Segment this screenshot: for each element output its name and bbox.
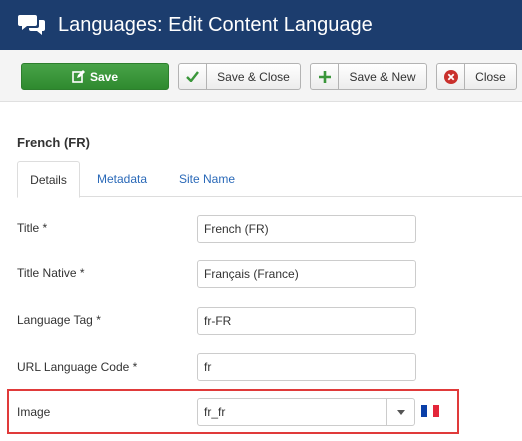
save-close-button[interactable]: Save & Close <box>178 63 301 90</box>
tab-site-name[interactable]: Site Name <box>179 161 235 197</box>
image-label: Image <box>17 405 51 419</box>
save-label: Save <box>89 69 119 84</box>
tab-bar: Details Metadata Site Name <box>17 161 522 198</box>
language-tag-label: Language Tag * <box>17 313 101 327</box>
save-new-label: Save & New <box>349 69 416 84</box>
tab-details[interactable]: Details <box>17 161 80 198</box>
edit-icon <box>72 64 85 89</box>
image-select-value: fr_fr <box>204 405 226 419</box>
save-new-button[interactable]: Save & New <box>310 63 427 90</box>
url-code-input[interactable]: fr <box>197 353 416 381</box>
chevron-down-icon[interactable] <box>386 399 414 425</box>
page-title: Languages: Edit Content Language <box>58 13 373 36</box>
toolbar: Save Save & Close Save & New Close <box>0 50 522 102</box>
image-select[interactable]: fr_fr <box>197 398 415 426</box>
close-label: Close <box>475 69 506 84</box>
url-code-label: URL Language Code * <box>17 360 138 374</box>
title-native-label: Title Native * <box>17 266 85 280</box>
title-input[interactable]: French (FR) <box>197 215 416 243</box>
language-tag-input[interactable]: fr-FR <box>197 307 416 335</box>
page-header: Languages: Edit Content Language <box>0 0 522 50</box>
save-close-label: Save & Close <box>217 69 290 84</box>
france-flag-icon <box>421 405 439 417</box>
close-circle-icon <box>437 64 465 89</box>
plus-icon <box>311 64 339 89</box>
close-button[interactable]: Close <box>436 63 517 90</box>
speech-bubbles-icon <box>18 10 48 40</box>
check-icon <box>179 64 207 89</box>
tab-metadata[interactable]: Metadata <box>97 161 147 197</box>
title-native-input[interactable]: Français (France) <box>197 260 416 288</box>
save-button[interactable]: Save <box>21 63 169 90</box>
item-heading: French (FR) <box>17 135 90 150</box>
title-label: Title * <box>17 221 48 235</box>
